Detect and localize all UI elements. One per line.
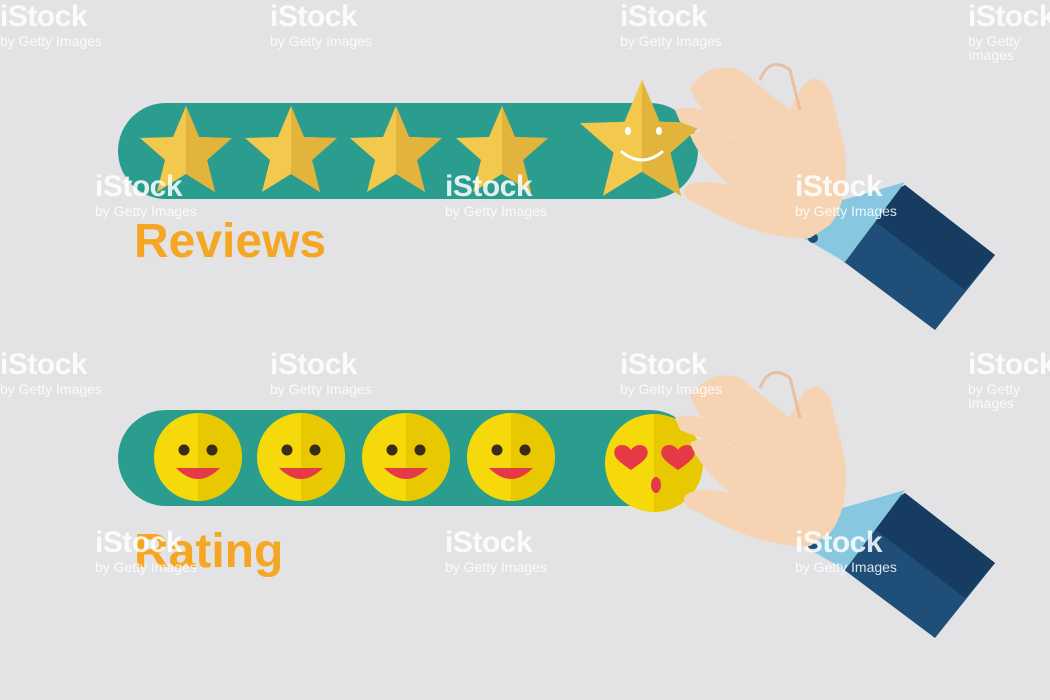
rating-illustration [118,62,995,638]
illustration: Reviews Rating iStock by Getty Images iSt… [0,0,1050,700]
hand-bottom [675,370,995,638]
happy-face-3[interactable] [362,413,450,501]
rating-label: Rating [134,525,284,578]
happy-face-2[interactable] [257,413,345,501]
happy-face-4[interactable] [467,413,555,501]
hand-top [675,62,995,330]
reviews-label: Reviews [134,215,327,268]
happy-face-1[interactable] [154,413,242,501]
